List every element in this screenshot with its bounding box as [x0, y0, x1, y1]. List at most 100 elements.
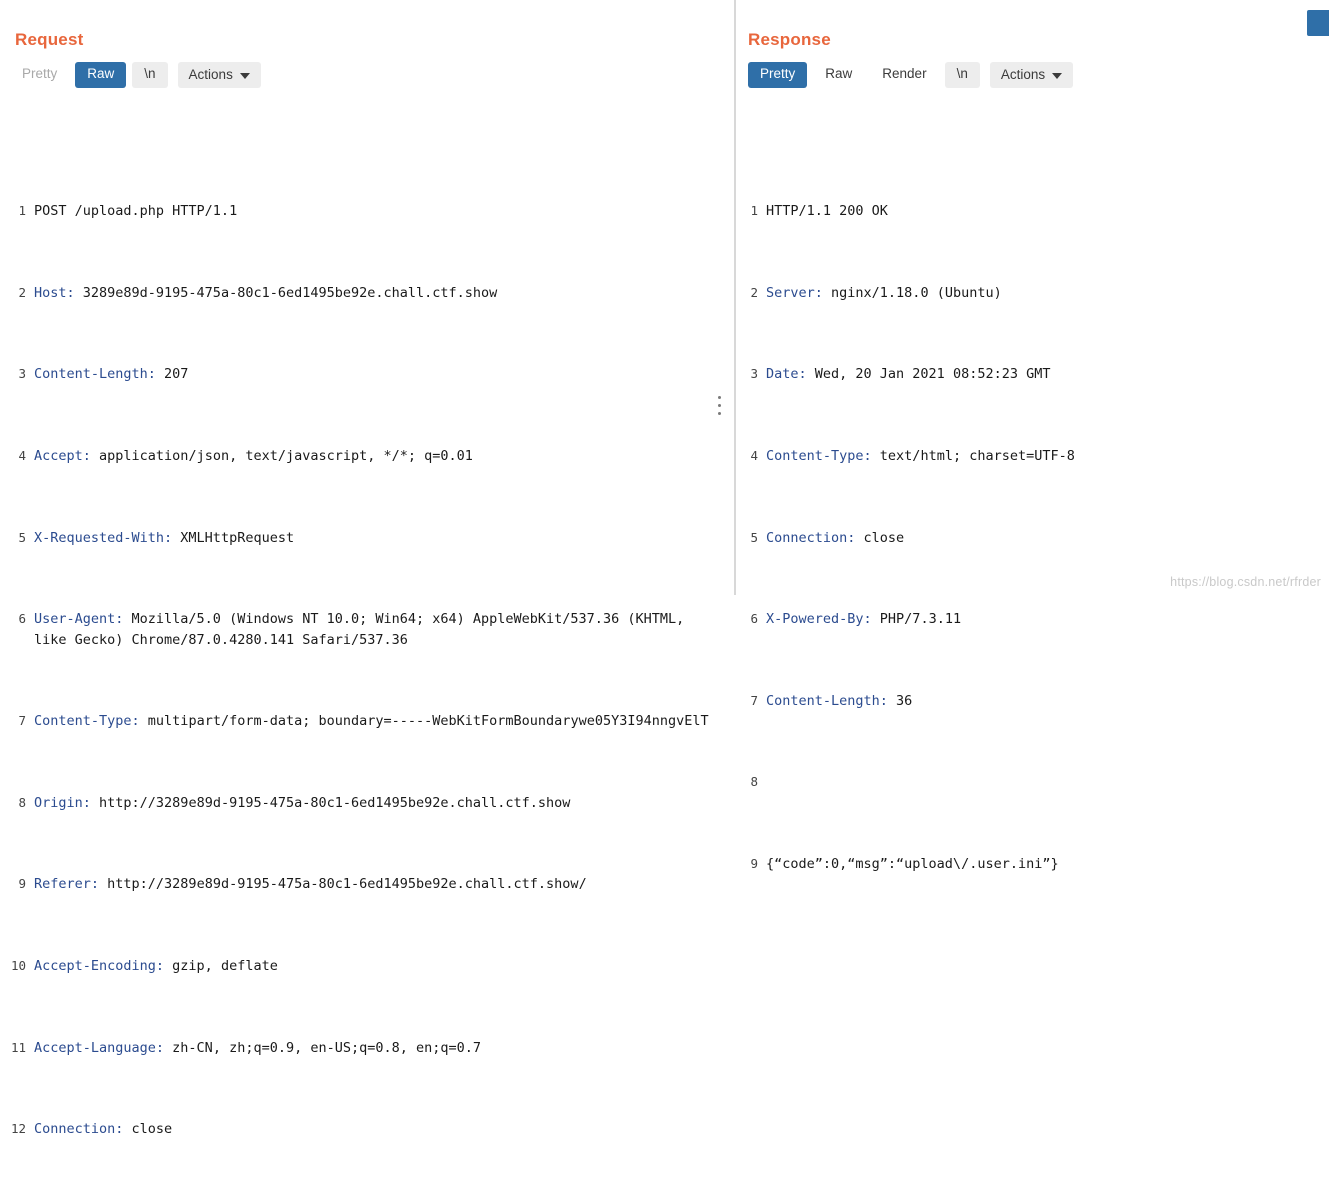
code-line: 11 Accept-Language: zh-CN, zh;q=0.9, en-…	[0, 1038, 734, 1058]
line-text: Referer: http://3289e89d-9195-475a-80c1-…	[34, 874, 734, 894]
header-name: X-Powered-By:	[766, 611, 872, 628]
header-value: close	[855, 529, 905, 546]
dot-icon	[718, 412, 721, 415]
request-actions-button[interactable]: Actions	[177, 62, 261, 88]
line-text: {“code”:0,“msg”:“upload\/.user.ini”}	[766, 856, 1059, 873]
response-actions-button[interactable]: Actions	[989, 62, 1074, 88]
request-tab-pretty[interactable]: Pretty	[10, 62, 69, 88]
code-line: 9 Referer: http://3289e89d-9195-475a-80c…	[0, 874, 734, 894]
response-pane-title: Response	[748, 30, 831, 49]
line-text: Accept: application/json, text/javascrip…	[34, 446, 734, 466]
response-lines: 1 HTTP/1.1 200 OK 2 Server: nginx/1.18.0…	[736, 140, 1329, 936]
header-value: application/json, text/javascript, */*; …	[90, 447, 473, 464]
header-value: http://3289e89d-9195-475a-80c1-6ed1495be…	[90, 794, 571, 811]
code-line: 6 User-Agent: Mozilla/5.0 (Windows NT 10…	[0, 609, 734, 650]
header-name: X-Requested-With:	[34, 529, 173, 546]
header-value: http://3289e89d-9195-475a-80c1-6ed1495be…	[99, 876, 587, 893]
code-line: 1 POST /upload.php HTTP/1.1	[0, 201, 734, 221]
code-line: 7 Content-Length: 36	[736, 691, 1329, 711]
header-value: close	[123, 1121, 173, 1138]
line-number: 8	[750, 774, 758, 790]
code-line: 7 Content-Type: multipart/form-data; bou…	[0, 711, 734, 731]
header-value: zh-CN, zh;q=0.9, en-US;q=0.8, en;q=0.7	[164, 1039, 482, 1056]
line-text: Server: nginx/1.18.0 (Ubuntu)	[766, 283, 1329, 303]
request-lines: 1 POST /upload.php HTTP/1.1 2 Host: 3289…	[0, 140, 734, 1190]
header-value: 207	[155, 366, 189, 383]
response-code-area[interactable]: 1 HTTP/1.1 200 OK 2 Server: nginx/1.18.0…	[736, 99, 1329, 976]
request-code-area[interactable]: 1 POST /upload.php HTTP/1.1 2 Host: 3289…	[0, 99, 734, 1190]
dot-icon	[718, 404, 721, 407]
line-number: 1	[750, 203, 758, 219]
header-name: User-Agent:	[34, 611, 124, 628]
line-number: 2	[750, 284, 758, 300]
response-tab-newline[interactable]: \n	[944, 62, 980, 88]
code-line: 3 Content-Length: 207	[0, 364, 734, 384]
header-value: Wed, 20 Jan 2021 08:52:23 GMT	[806, 366, 1051, 383]
code-line: 6 X-Powered-By: PHP/7.3.11	[736, 609, 1329, 629]
request-actions-label: Actions	[188, 67, 233, 82]
code-line: 3 Date: Wed, 20 Jan 2021 08:52:23 GMT	[736, 364, 1329, 384]
line-text: Connection: close	[766, 528, 1329, 548]
code-line: 2 Host: 3289e89d-9195-475a-80c1-6ed1495b…	[0, 283, 734, 303]
response-tab-pretty[interactable]: Pretty	[748, 62, 808, 88]
header-name: Date:	[766, 366, 807, 383]
header-value: gzip, deflate	[164, 958, 278, 975]
request-tab-raw[interactable]: Raw	[75, 62, 127, 88]
request-pane: Request Pretty Raw \n Actions 1 POST /up…	[0, 0, 736, 1137]
code-line: 5 X-Requested-With: XMLHttpRequest	[0, 528, 734, 548]
code-line: 4 Accept: application/json, text/javascr…	[0, 446, 734, 466]
code-line: 12 Connection: close	[0, 1119, 734, 1139]
line-number: 6	[750, 611, 758, 627]
header-value: 3289e89d-9195-475a-80c1-6ed1495be92e.cha…	[74, 284, 498, 301]
response-toolbar: Pretty Raw Render \n Actions	[736, 50, 1329, 88]
line-number: 7	[750, 692, 758, 708]
dot-icon	[718, 396, 721, 399]
response-tab-raw[interactable]: Raw	[813, 62, 864, 88]
burp-message-panes: Request Pretty Raw \n Actions 1 POST /up…	[0, 0, 1329, 1137]
header-value: multipart/form-data; boundary=-----WebKi…	[139, 713, 709, 730]
request-pane-title: Request	[15, 30, 84, 49]
line-text: Content-Length: 207	[34, 364, 734, 384]
header-name: Content-Length:	[34, 366, 156, 383]
chevron-down-icon	[239, 72, 250, 79]
header-value: Mozilla/5.0 (Windows NT 10.0; Win64; x64…	[34, 611, 693, 648]
request-tab-newline[interactable]: \n	[132, 62, 168, 88]
code-line: 9 {“code”:0,“msg”:“upload\/.user.ini”}	[736, 854, 1329, 874]
code-line: 10 Accept-Encoding: gzip, deflate	[0, 956, 734, 976]
code-line: 8	[736, 772, 1329, 792]
header-value: text/html; charset=UTF-8	[871, 447, 1075, 464]
line-number: 4	[750, 447, 758, 463]
line-text: Origin: http://3289e89d-9195-475a-80c1-6…	[34, 793, 734, 813]
line-text: Host: 3289e89d-9195-475a-80c1-6ed1495be9…	[34, 283, 734, 303]
line-number: 3	[750, 366, 758, 382]
line-number: 6	[18, 611, 26, 627]
header-name: Content-Type:	[766, 447, 872, 464]
header-name: Connection:	[766, 529, 856, 546]
line-number: 9	[18, 876, 26, 892]
response-tab-render[interactable]: Render	[870, 62, 938, 88]
response-pane: Response Pretty Raw Render \n Actions 1 …	[736, 0, 1329, 872]
line-text: X-Powered-By: PHP/7.3.11	[766, 609, 1329, 629]
line-text: Content-Type: multipart/form-data; bound…	[34, 711, 734, 731]
line-text: Content-Length: 36	[766, 691, 1329, 711]
line-number: 10	[10, 958, 26, 974]
header-value: 36	[887, 692, 913, 709]
line-text: User-Agent: Mozilla/5.0 (Windows NT 10.0…	[34, 609, 734, 650]
line-number: 5	[18, 529, 26, 545]
response-actions-label: Actions	[1000, 67, 1046, 82]
line-text: POST /upload.php HTTP/1.1	[34, 203, 238, 220]
line-number: 8	[18, 794, 26, 810]
collapse-pane-button[interactable]	[1307, 10, 1329, 36]
code-line: 8 Origin: http://3289e89d-9195-475a-80c1…	[0, 793, 734, 813]
line-number: 1	[18, 203, 26, 219]
line-number: 4	[18, 447, 26, 463]
code-line: 4 Content-Type: text/html; charset=UTF-8	[736, 446, 1329, 466]
header-value: XMLHttpRequest	[172, 529, 295, 546]
header-name: Content-Type:	[34, 713, 140, 730]
pane-splitter-handle[interactable]	[718, 396, 722, 415]
line-text: Content-Type: text/html; charset=UTF-8	[766, 446, 1329, 466]
header-name: Host:	[34, 284, 75, 301]
line-number: 3	[18, 366, 26, 382]
line-text: HTTP/1.1 200 OK	[766, 203, 888, 220]
line-number: 9	[750, 856, 758, 872]
